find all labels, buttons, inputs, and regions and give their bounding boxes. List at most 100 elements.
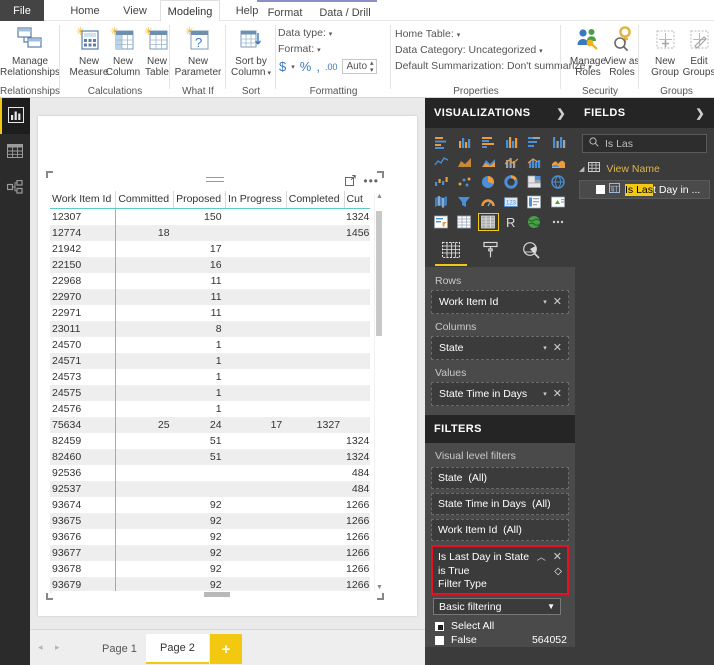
table-cell-id[interactable]: 24576: [50, 401, 117, 417]
table-cell-completed[interactable]: [286, 337, 344, 353]
filter-mode-dropdown[interactable]: Basic filtering ▼: [433, 598, 561, 615]
tab-data-drill[interactable]: Data / Drill: [313, 2, 377, 23]
table-row[interactable]: 22970 11: [50, 289, 370, 305]
table-cell-proposed[interactable]: 1: [173, 353, 226, 369]
table-cell-cut[interactable]: [344, 417, 370, 433]
table-cell-cut[interactable]: 1266: [344, 497, 370, 513]
table-cell-id[interactable]: 93675: [50, 513, 117, 529]
tab-file[interactable]: File: [0, 0, 44, 21]
area-chart-icon[interactable]: [454, 153, 475, 171]
table-cell-in_progress[interactable]: [225, 545, 287, 561]
tab-format[interactable]: Format: [257, 2, 313, 23]
column-header-work-item-id[interactable]: Work Item Id: [50, 191, 117, 209]
column-header-cut[interactable]: Cut: [344, 191, 370, 209]
table-row[interactable]: 24573 1: [50, 369, 370, 385]
table-cell-completed[interactable]: [286, 513, 345, 529]
ribbon-chart-icon[interactable]: [548, 153, 569, 171]
collapse-pane-icon[interactable]: ❯: [556, 107, 566, 120]
donut-chart-icon[interactable]: [501, 173, 522, 191]
format-tab[interactable]: [471, 236, 511, 266]
table-row[interactable]: 92537 484: [50, 481, 370, 497]
table-cell-committed[interactable]: [116, 305, 174, 321]
table-cell-completed[interactable]: [286, 449, 345, 465]
table-cell-cut[interactable]: 1456: [344, 225, 370, 241]
well-rows[interactable]: Work Item Id ▾ ✕: [431, 290, 569, 314]
table-cell-id[interactable]: 22971: [50, 305, 117, 321]
slicer-icon[interactable]: [431, 213, 452, 231]
tab-modeling[interactable]: Modeling: [160, 0, 220, 22]
currency-chevron-down-icon[interactable]: ▾: [291, 63, 295, 71]
table-cell-in_progress[interactable]: [226, 337, 287, 353]
table-cell-id[interactable]: 82459: [50, 433, 117, 449]
table-cell-completed[interactable]: [286, 545, 345, 561]
table-cell-id[interactable]: 22970: [50, 289, 117, 305]
more-visuals-icon[interactable]: [548, 213, 569, 231]
table-cell-committed[interactable]: [116, 497, 174, 513]
table-cell-in_progress[interactable]: [225, 257, 287, 273]
table-row[interactable]: 93674 92 1266: [50, 497, 370, 513]
table-cell-id[interactable]: 75634: [50, 417, 117, 433]
table-cell-completed[interactable]: [286, 385, 345, 401]
table-row[interactable]: 24576 1: [50, 401, 370, 417]
table-cell-proposed[interactable]: 17: [174, 241, 226, 257]
table-cell-committed[interactable]: [116, 561, 174, 577]
table-cell-in_progress[interactable]: [225, 385, 287, 401]
table-cell-id[interactable]: 24575: [50, 385, 117, 401]
table-row[interactable]: 12774 18 1456: [50, 225, 370, 241]
table-cell-cut[interactable]: 1324: [344, 449, 370, 465]
remove-field-icon[interactable]: ✕: [553, 342, 562, 354]
filter-card-work-item-id[interactable]: Work Item Id (All): [431, 519, 569, 541]
fields-tab[interactable]: [431, 236, 471, 266]
table-cell-proposed[interactable]: 1: [174, 337, 226, 353]
matrix-visual[interactable]: ••• Work Item Id Committed Proposed In P…: [46, 171, 384, 600]
table-row[interactable]: 82459 51 1324: [50, 433, 370, 449]
table-cell-completed[interactable]: [286, 353, 345, 369]
table-cell-cut[interactable]: [344, 257, 370, 273]
table-cell-id[interactable]: 21942: [50, 241, 117, 257]
table-cell-id[interactable]: 24570: [50, 337, 117, 353]
chevron-down-icon[interactable]: ▾: [543, 390, 547, 398]
checkbox-icon[interactable]: [596, 185, 605, 194]
table-cell-cut[interactable]: [344, 337, 370, 353]
clear-filter-icon[interactable]: ◇: [554, 566, 562, 577]
table-cell-proposed[interactable]: 8: [173, 321, 226, 337]
table-cell-committed[interactable]: [116, 465, 174, 481]
sidebar-item-report-view[interactable]: [0, 98, 30, 134]
filter-item-false[interactable]: False 564052: [431, 633, 569, 647]
100-stacked-bar-chart-icon[interactable]: [524, 133, 545, 151]
table-cell-in_progress[interactable]: [226, 529, 287, 545]
table-row[interactable]: 12307 150 1324: [50, 208, 370, 225]
table-cell-cut[interactable]: 1266: [344, 561, 370, 577]
table-cell-proposed[interactable]: 11: [174, 273, 226, 289]
multi-row-card-icon[interactable]: [524, 193, 545, 211]
table-cell-committed[interactable]: [115, 353, 174, 369]
table-cell-proposed[interactable]: 92: [174, 561, 226, 577]
table-cell-committed[interactable]: [116, 401, 174, 417]
page-nav-arrows-icon[interactable]: ◂ ▸: [38, 642, 65, 653]
table-cell-id[interactable]: 93677: [50, 545, 117, 561]
table-cell-committed[interactable]: [116, 529, 174, 545]
table-row[interactable]: 93677 92 1266: [50, 545, 370, 561]
field-chip-state[interactable]: State ▾ ✕: [436, 339, 564, 357]
table-cell-id[interactable]: 23011: [50, 321, 117, 337]
fields-table-view-name[interactable]: ◢ View Name: [575, 159, 714, 178]
table-cell-cut[interactable]: 1266: [344, 545, 370, 561]
100-stacked-column-chart-icon[interactable]: [548, 133, 569, 151]
table-cell-proposed[interactable]: 1: [174, 369, 226, 385]
table-cell-id[interactable]: 93678: [50, 561, 117, 577]
table-cell-in_progress[interactable]: [226, 433, 287, 449]
table-cell-committed[interactable]: [115, 449, 174, 465]
column-header-committed[interactable]: Committed: [115, 191, 175, 209]
funnel-icon[interactable]: [454, 193, 475, 211]
table-cell-cut[interactable]: [344, 401, 370, 417]
table-cell-id[interactable]: 92537: [50, 481, 117, 497]
table-row[interactable]: 93676 92 1266: [50, 529, 370, 545]
table-cell-proposed[interactable]: 92: [173, 513, 226, 529]
table-cell-proposed[interactable]: 92: [173, 545, 226, 561]
card-icon[interactable]: 123: [501, 193, 522, 211]
table-cell-in_progress[interactable]: [226, 497, 287, 513]
table-cell-proposed[interactable]: 11: [173, 289, 226, 305]
scatter-chart-icon[interactable]: [454, 173, 475, 191]
table-cell-committed[interactable]: [116, 337, 174, 353]
table-row[interactable]: 22150 16: [50, 257, 370, 273]
